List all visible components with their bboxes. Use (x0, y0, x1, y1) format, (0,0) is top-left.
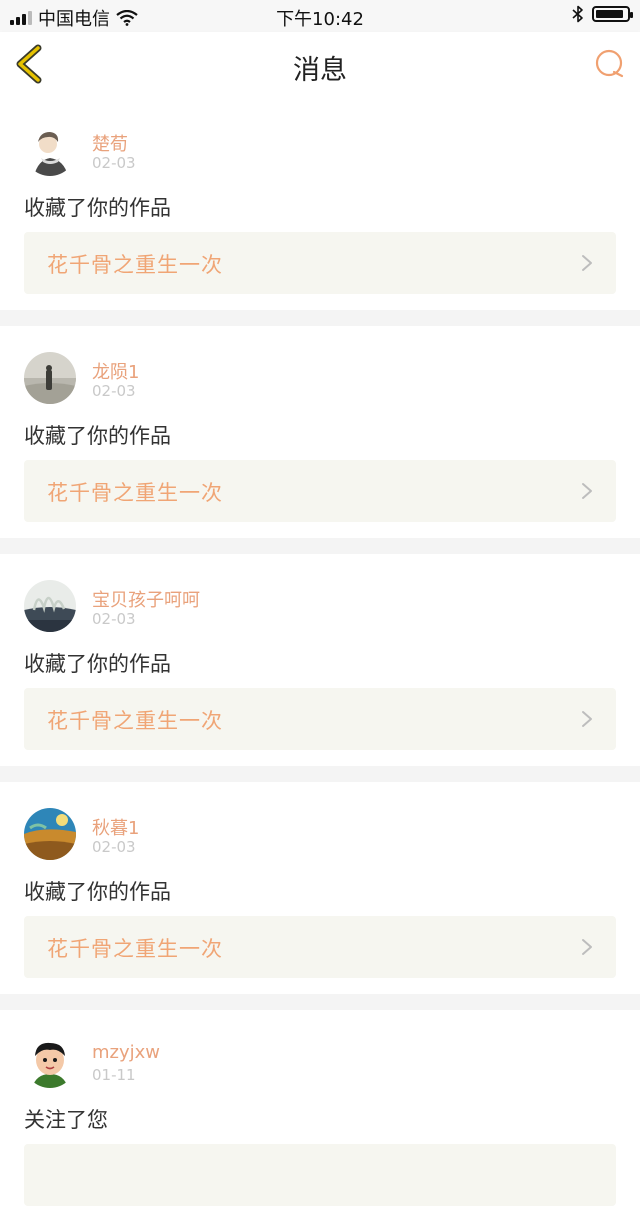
status-time: 下午10:42 (276, 9, 364, 30)
status-right (572, 5, 633, 23)
message-item[interactable]: 楚荀 02-03 收藏了你的作品 花千骨之重生一次 (0, 98, 640, 310)
chevron-right-icon (582, 483, 592, 499)
username[interactable]: 秋暮1 (92, 814, 139, 840)
bluetooth-icon (572, 5, 583, 23)
message-item[interactable]: 秋暮1 02-03 收藏了你的作品 花千骨之重生一次 (0, 782, 640, 994)
work-link[interactable]: 花千骨之重生一次 (24, 460, 616, 522)
user-avatar[interactable] (24, 808, 76, 860)
message-action: 收藏了你的作品 (24, 196, 171, 220)
username[interactable]: 龙陨1 (92, 358, 139, 384)
message-item[interactable]: 龙陨1 02-03 收藏了你的作品 花千骨之重生一次 (0, 326, 640, 538)
status-bar: 中国电信 下午10:42 (0, 0, 640, 32)
message-action: 关注了您 (24, 1108, 108, 1132)
message-item[interactable]: 宝贝孩子呵呵 02-03 收藏了你的作品 花千骨之重生一次 (0, 554, 640, 766)
work-title: 花千骨之重生一次 (47, 253, 223, 277)
divider (0, 310, 640, 326)
divider (0, 994, 640, 1010)
work-title: 花千骨之重生一次 (47, 481, 223, 505)
message-date: 02-03 (92, 610, 136, 628)
message-date: 02-03 (92, 838, 136, 856)
user-avatar[interactable] (24, 580, 76, 632)
message-list: 楚荀 02-03 收藏了你的作品 花千骨之重生一次 龙陨1 02-03 收藏了你… (0, 98, 640, 1222)
work-link[interactable]: 花千骨之重生一次 (24, 916, 616, 978)
battery-fill (596, 10, 624, 18)
work-link[interactable]: 花千骨之重生一次 (24, 232, 616, 294)
work-title: 花千骨之重生一次 (47, 937, 223, 961)
work-title: 花千骨之重生一次 (47, 709, 223, 733)
work-link[interactable]: 花千骨之重生一次 (24, 688, 616, 750)
message-item[interactable]: mzyjxw 01-11 关注了您 (0, 1010, 640, 1222)
page-title: 消息 (293, 55, 347, 86)
chevron-right-icon (582, 255, 592, 271)
message-date: 02-03 (92, 154, 136, 172)
divider (0, 538, 640, 554)
message-date: 02-03 (92, 382, 136, 400)
username[interactable]: mzyjxw (92, 1042, 160, 1063)
message-action: 收藏了你的作品 (24, 424, 171, 448)
search-icon (595, 49, 624, 78)
chevron-right-icon (582, 711, 592, 727)
nav-bar: 消息 (0, 32, 640, 99)
user-avatar[interactable] (24, 352, 76, 404)
username[interactable]: 楚荀 (92, 130, 128, 156)
divider (0, 766, 640, 782)
user-avatar[interactable] (24, 124, 76, 176)
username[interactable]: 宝贝孩子呵呵 (92, 586, 200, 612)
search-button[interactable] (592, 46, 628, 82)
battery-icon (592, 6, 633, 22)
user-avatar[interactable] (24, 1036, 76, 1088)
message-action: 收藏了你的作品 (24, 880, 171, 904)
work-link[interactable] (24, 1144, 616, 1206)
chevron-right-icon (582, 939, 592, 955)
message-date: 01-11 (92, 1066, 136, 1084)
message-action: 收藏了你的作品 (24, 652, 171, 676)
